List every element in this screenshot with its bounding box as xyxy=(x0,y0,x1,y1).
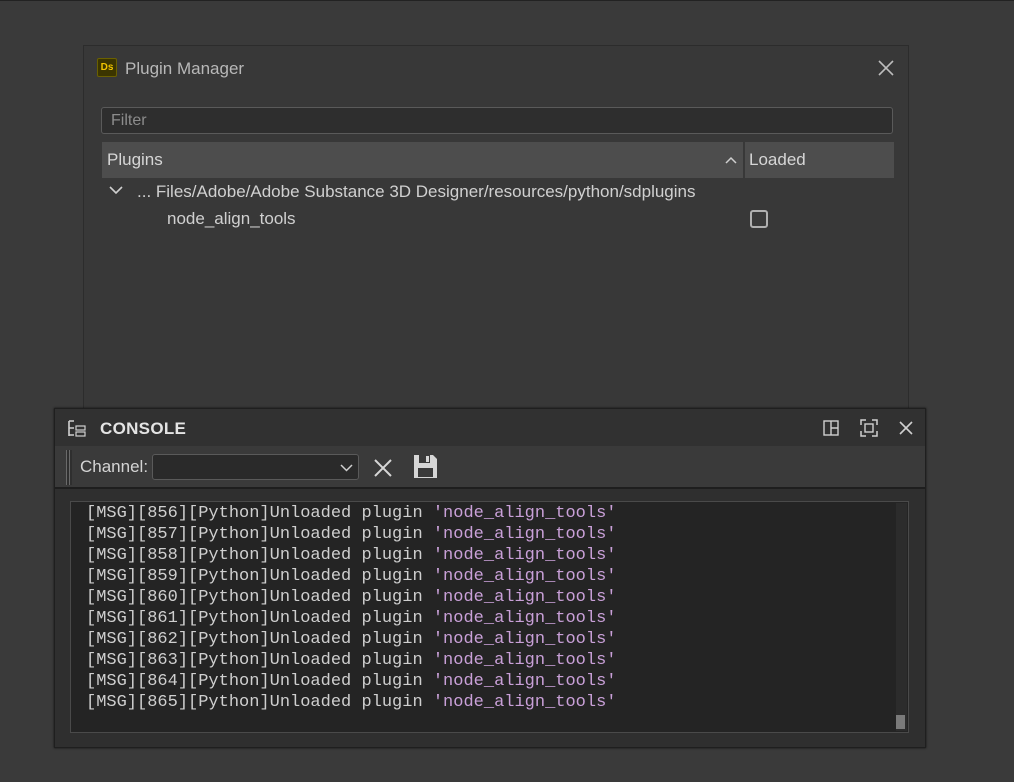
log-message-text: [MSG][857][Python]Unloaded plugin xyxy=(86,525,433,544)
log-line: [MSG][861][Python]Unloaded plugin 'node_… xyxy=(86,608,617,629)
channel-select[interactable] xyxy=(152,454,359,480)
close-icon[interactable] xyxy=(876,58,896,78)
console-title: CONSOLE xyxy=(100,419,187,438)
log-plugin-string: 'node_align_tools' xyxy=(432,693,617,712)
log-plugin-string: 'node_align_tools' xyxy=(432,567,617,586)
log-message-text: [MSG][858][Python]Unloaded plugin xyxy=(86,546,433,565)
window-top-edge xyxy=(0,0,1014,1)
log-message-text: [MSG][861][Python]Unloaded plugin xyxy=(86,609,433,628)
log-message-text: [MSG][856][Python]Unloaded plugin xyxy=(86,504,433,523)
toolbar-divider xyxy=(55,487,925,489)
console-log-output[interactable]: [MSG][856][Python]Unloaded plugin 'node_… xyxy=(70,501,909,733)
plugin-loaded-checkbox[interactable] xyxy=(750,210,768,228)
log-line: [MSG][865][Python]Unloaded plugin 'node_… xyxy=(86,692,617,713)
column-header-plugins-label: Plugins xyxy=(107,150,163,169)
plugins-table-header: Plugins Loaded xyxy=(102,142,894,178)
filter-input[interactable] xyxy=(101,107,893,134)
console-header[interactable]: CONSOLE xyxy=(55,409,925,446)
split-panel-icon[interactable] xyxy=(822,419,840,437)
plugin-manager-dialog: Ds Plugin Manager Plugins Loaded ... Fil… xyxy=(83,45,909,425)
plugin-folder-path[interactable]: ... Files/Adobe/Adobe Substance 3D Desig… xyxy=(137,182,696,202)
column-header-loaded[interactable]: Loaded xyxy=(745,142,894,178)
log-message-text: [MSG][864][Python]Unloaded plugin xyxy=(86,672,433,691)
tree-hierarchy-icon xyxy=(68,420,86,437)
substance-designer-logo-icon: Ds xyxy=(97,58,117,77)
clear-icon[interactable] xyxy=(373,458,393,478)
chevron-down-icon xyxy=(340,464,353,472)
log-message-text: [MSG][862][Python]Unloaded plugin xyxy=(86,630,433,649)
chevron-down-icon[interactable] xyxy=(108,182,124,198)
log-scrollbar[interactable] xyxy=(896,503,907,731)
log-plugin-string: 'node_align_tools' xyxy=(432,525,617,544)
channel-label: Channel: xyxy=(80,457,149,476)
plugin-item-name[interactable]: node_align_tools xyxy=(167,209,296,229)
close-icon[interactable] xyxy=(897,419,915,437)
log-line: [MSG][858][Python]Unloaded plugin 'node_… xyxy=(86,545,617,566)
log-line: [MSG][864][Python]Unloaded plugin 'node_… xyxy=(86,671,617,692)
log-line: [MSG][856][Python]Unloaded plugin 'node_… xyxy=(86,503,617,524)
log-plugin-string: 'node_align_tools' xyxy=(432,546,617,565)
dialog-title: Plugin Manager xyxy=(125,59,245,78)
log-line: [MSG][863][Python]Unloaded plugin 'node_… xyxy=(86,650,617,671)
console-panel: CONSOLE Channel: [MSG][856][Python]Unloa… xyxy=(54,408,926,748)
console-toolbar: Channel: xyxy=(55,446,925,488)
log-plugin-string: 'node_align_tools' xyxy=(432,588,617,607)
log-plugin-string: 'node_align_tools' xyxy=(432,504,617,523)
maximize-icon[interactable] xyxy=(860,419,878,437)
log-plugin-string: 'node_align_tools' xyxy=(432,651,617,670)
log-line: [MSG][857][Python]Unloaded plugin 'node_… xyxy=(86,524,617,545)
log-plugin-string: 'node_align_tools' xyxy=(432,609,617,628)
log-message-text: [MSG][863][Python]Unloaded plugin xyxy=(86,651,433,670)
chevron-up-icon xyxy=(725,156,737,164)
log-message-text: [MSG][859][Python]Unloaded plugin xyxy=(86,567,433,586)
save-icon[interactable] xyxy=(412,453,439,480)
log-message-text: [MSG][860][Python]Unloaded plugin xyxy=(86,588,433,607)
log-lines: [MSG][856][Python]Unloaded plugin 'node_… xyxy=(86,503,617,713)
log-message-text: [MSG][865][Python]Unloaded plugin xyxy=(86,693,433,712)
plugin-manager-titlebar[interactable]: Ds Plugin Manager xyxy=(84,46,908,92)
log-plugin-string: 'node_align_tools' xyxy=(432,672,617,691)
log-line: [MSG][859][Python]Unloaded plugin 'node_… xyxy=(86,566,617,587)
toolbar-grip-handle[interactable] xyxy=(66,450,72,485)
log-scrollbar-thumb[interactable] xyxy=(896,715,905,729)
log-line: [MSG][862][Python]Unloaded plugin 'node_… xyxy=(86,629,617,650)
log-plugin-string: 'node_align_tools' xyxy=(432,630,617,649)
column-header-plugins[interactable]: Plugins xyxy=(102,142,743,178)
log-line: [MSG][860][Python]Unloaded plugin 'node_… xyxy=(86,587,617,608)
